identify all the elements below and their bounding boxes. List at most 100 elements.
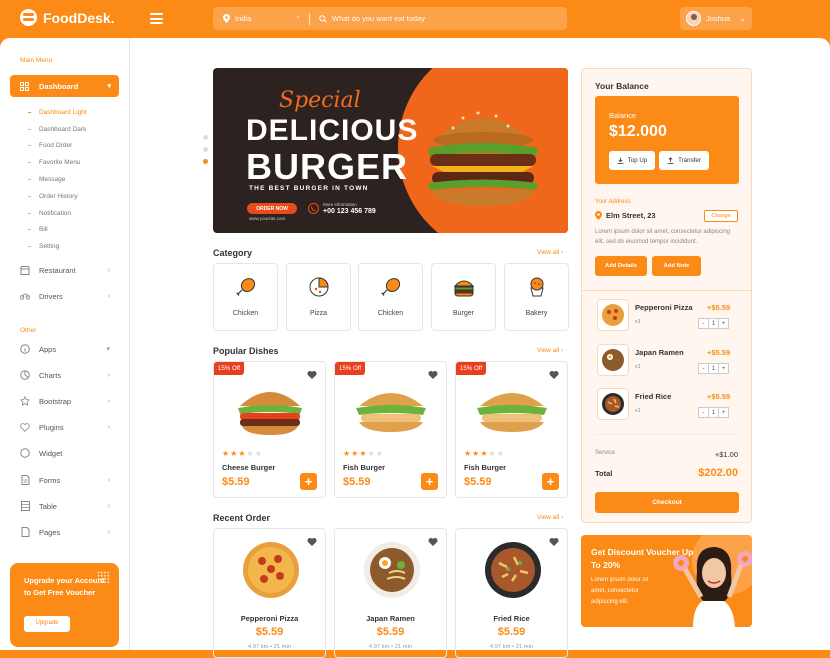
top-up-button[interactable]: Top Up: [609, 151, 655, 170]
heart-icon[interactable]: [549, 537, 559, 547]
dish-card[interactable]: 15% Off ★★★★★ Fish Burger $5.59 +: [334, 361, 447, 498]
muffin-icon: [529, 277, 544, 297]
category-item-chicken[interactable]: Chicken: [213, 263, 278, 331]
sidebar-item-label: Dashboard: [39, 81, 79, 91]
sidebar-item-charts[interactable]: Charts ›: [20, 368, 120, 382]
search-input[interactable]: What do you want eat today: [310, 14, 425, 23]
heart-icon[interactable]: [428, 537, 438, 547]
add-details-button[interactable]: Add Details: [595, 256, 647, 276]
popular-view-all[interactable]: View all ›: [537, 347, 563, 354]
dish-price: $5.59: [222, 476, 250, 488]
heart-icon[interactable]: [428, 370, 438, 380]
upload-icon: [667, 157, 674, 164]
sidebar-item-dashboard[interactable]: Dashboard ▾: [10, 75, 119, 97]
sidebar-item-bootstrap[interactable]: Bootstrap ›: [20, 394, 120, 408]
sidebar-item-apps[interactable]: Apps ▾: [20, 342, 120, 356]
banner-pagination[interactable]: [203, 135, 208, 171]
increment-button[interactable]: +: [718, 318, 729, 329]
transfer-button[interactable]: Transfer: [659, 151, 709, 170]
category-item-bakery[interactable]: Bakery: [504, 263, 569, 331]
info-icon: [20, 344, 30, 354]
location-value: India: [235, 14, 252, 23]
star-icon: [20, 396, 30, 406]
sidebar-item-drivers[interactable]: Drivers ›: [20, 289, 120, 303]
sidebar-item-pages[interactable]: Pages ›: [20, 525, 120, 539]
address-description: Lorem ipsum dolor sit amet, consectetur …: [595, 229, 731, 245]
dashboard-submenu: Dashboard Light Dashboard Dark Food Orde…: [28, 104, 87, 255]
sidebar-item-label: Table: [39, 501, 57, 511]
upgrade-button[interactable]: Upgrade: [24, 616, 70, 632]
increment-button[interactable]: +: [718, 363, 729, 374]
dish-name: Cheese Burger: [222, 463, 276, 472]
discount-badge: 15% Off: [456, 362, 486, 375]
category-item-pizza[interactable]: Pizza: [286, 263, 351, 331]
user-menu[interactable]: Joshua ⌄: [680, 7, 752, 30]
sidebar-item-label: Drivers: [39, 291, 63, 301]
top-bar: FoodDesk. India ⌄ What do you want eat t…: [0, 0, 830, 38]
recent-view-all[interactable]: View all ›: [537, 514, 563, 521]
submenu-item[interactable]: Order History: [28, 188, 87, 205]
category-view-all[interactable]: View all ›: [537, 249, 563, 256]
order-price: $5.59: [497, 626, 526, 638]
heart-icon[interactable]: [307, 370, 317, 380]
divider: [595, 434, 739, 435]
submenu-item[interactable]: Bill: [28, 222, 87, 239]
sidebar-item-plugins[interactable]: Plugins ›: [20, 420, 120, 434]
sidebar-item-restaurant[interactable]: Restaurant ›: [20, 263, 120, 277]
submenu-item[interactable]: Notification: [28, 205, 87, 222]
heart-icon[interactable]: [307, 537, 317, 547]
order-item-qty: x1: [635, 364, 641, 370]
pagination-dot[interactable]: [203, 135, 208, 140]
increment-button[interactable]: +: [718, 407, 729, 418]
chicken-leg-icon: [235, 278, 255, 296]
recent-order-card[interactable]: Fried Rice $5.59 4.97 km • 21 min: [455, 528, 568, 658]
banner-website: www.yoursite.com: [249, 216, 286, 221]
order-now-button[interactable]: ORDER NOW: [247, 203, 297, 214]
transfer-label: Transfer: [678, 157, 701, 164]
brand-logo[interactable]: FoodDesk.: [20, 9, 115, 26]
pagination-dot[interactable]: [203, 147, 208, 152]
discount-badge: 15% Off: [214, 362, 244, 375]
recent-title: Recent Order: [213, 513, 271, 523]
add-note-button[interactable]: Add Note: [652, 256, 701, 276]
category-item-burger[interactable]: Burger: [431, 263, 496, 331]
submenu-item[interactable]: Favorite Menu: [28, 154, 87, 171]
category-item-chicken-2[interactable]: Chicken: [358, 263, 423, 331]
address-value: Elm Street, 23: [606, 211, 656, 220]
recent-order-card[interactable]: Japan Ramen $5.59 4.97 km • 21 min: [334, 528, 447, 658]
sidebar-item-table[interactable]: Table ›: [20, 499, 120, 513]
chicken-leg-icon: [380, 278, 400, 296]
submenu-item[interactable]: Message: [28, 171, 87, 188]
dish-price: $5.59: [343, 476, 371, 488]
order-item: Japan Ramen +$5.59 x1 -1 +: [595, 344, 743, 380]
change-address-button[interactable]: Change: [704, 210, 738, 222]
order-meta: 4.97 km • 21 min: [489, 644, 534, 650]
location-select[interactable]: India ⌄: [213, 13, 309, 23]
sidebar-item-forms[interactable]: Forms ›: [20, 473, 120, 487]
top-up-label: Top Up: [627, 157, 648, 164]
recent-order-card[interactable]: Pepperoni Pizza $5.59 4.97 km • 21 min: [213, 528, 326, 658]
address-row: Elm Street, 23: [595, 211, 656, 220]
discount-banner[interactable]: Get Discount Voucher Up To 20% Lorem ips…: [581, 535, 752, 627]
sidebar-item-label: Pages: [39, 527, 61, 537]
chevron-down-icon: ⌄: [739, 14, 746, 23]
checkout-button[interactable]: Checkout: [595, 492, 739, 513]
fish-burger-image: [356, 393, 426, 432]
promo-banner[interactable]: Special DELICIOUS BURGER THE BEST BURGER…: [213, 68, 568, 233]
heart-icon[interactable]: [549, 370, 559, 380]
add-to-cart-button[interactable]: +: [300, 473, 317, 490]
chevron-right-icon: ›: [107, 292, 110, 300]
sidebar-item-widget[interactable]: Widget: [20, 446, 120, 460]
pagination-dot-active[interactable]: [203, 159, 208, 164]
add-to-cart-button[interactable]: +: [421, 473, 438, 490]
dish-card[interactable]: 15% Off ★★★★★ Cheese Burger $5.59 +: [213, 361, 326, 498]
menu-toggle-icon[interactable]: [150, 13, 163, 24]
add-to-cart-button[interactable]: +: [542, 473, 559, 490]
submenu-item[interactable]: Setting: [28, 238, 87, 255]
sidebar-item-label: Plugins: [39, 422, 64, 432]
dish-card[interactable]: 15% Off ★★★★★ Fish Burger $5.59 +: [455, 361, 568, 498]
submenu-item[interactable]: Food Order: [28, 138, 87, 155]
submenu-item[interactable]: Dashboard Dark: [28, 121, 87, 138]
category-label: Chicken: [377, 310, 404, 317]
submenu-item[interactable]: Dashboard Light: [28, 104, 87, 121]
